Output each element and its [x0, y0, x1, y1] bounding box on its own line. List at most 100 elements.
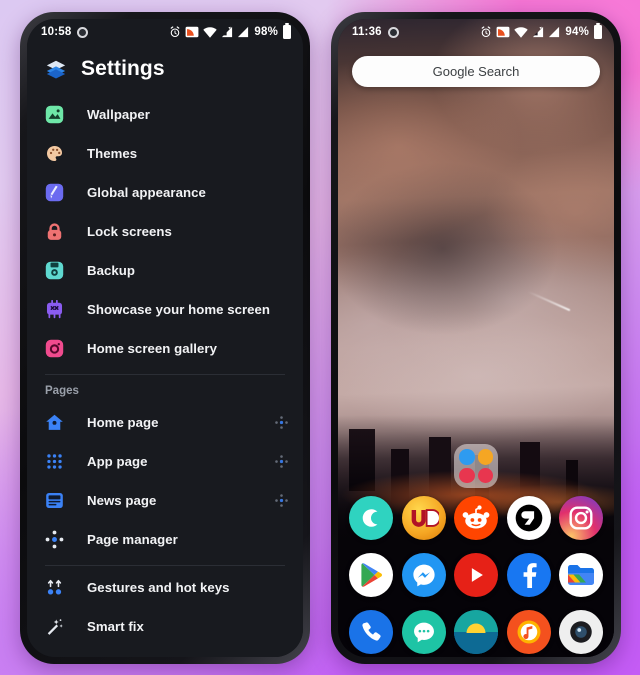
- files-logo-icon: [568, 565, 594, 585]
- messages-bubble-icon: [413, 622, 434, 643]
- palette-icon: [46, 145, 63, 162]
- alarm-icon: [482, 26, 491, 38]
- app-icon-9gag[interactable]: [506, 496, 551, 540]
- lock-icon: [47, 223, 62, 240]
- battery-percent: 98%: [254, 26, 278, 38]
- section-divider: [45, 374, 285, 375]
- app-icon-phone[interactable]: [349, 610, 393, 654]
- app-icon-c[interactable]: [349, 496, 393, 540]
- app-icon-reddit[interactable]: [454, 496, 498, 540]
- sidebar-item-label: News page: [87, 493, 157, 508]
- camera-punchhole-icon: [77, 26, 89, 38]
- sidebar-item-themes[interactable]: Themes: [27, 134, 303, 173]
- settings-header: Settings: [27, 45, 303, 95]
- sidebar-item-label: Page manager: [87, 532, 178, 547]
- page-manager-icon: [45, 530, 64, 549]
- pages-section-label: Pages: [45, 385, 79, 397]
- gallery-icon: [45, 339, 64, 358]
- sidebar-item-lock-screens[interactable]: Lock screens: [27, 212, 303, 251]
- 9gag-logo-icon: [515, 504, 542, 532]
- news-tile-icon: [459, 467, 475, 483]
- app-icon-camera[interactable]: [559, 610, 603, 654]
- gestures-icon: [47, 579, 62, 595]
- app-row: [349, 553, 603, 597]
- app-icon-play-store[interactable]: [349, 553, 393, 597]
- app-icon-instagram[interactable]: [559, 496, 603, 540]
- battery-icon: [283, 22, 291, 39]
- settings-panel: Settings Wallpaper Themes Global appeara…: [27, 45, 303, 657]
- drag-handle-icon[interactable]: [274, 493, 289, 508]
- sidebar-item-label: Gestures and hot keys: [87, 580, 230, 595]
- camera-lens-icon: [570, 621, 592, 643]
- right-phone-frame: 11:36 94% Google Search: [331, 12, 621, 664]
- app-folder-widget[interactable]: [454, 444, 498, 488]
- instagram-logo-icon: [569, 506, 593, 530]
- drag-handle-icon[interactable]: [274, 454, 289, 469]
- sunrise-icon: [454, 610, 498, 654]
- reddit-logo-icon: [462, 505, 490, 529]
- status-time: 11:36: [352, 26, 382, 38]
- settings-list: Wallpaper Themes Global appearance Lock …: [27, 95, 303, 646]
- right-phone-screen: 11:36 94% Google Search: [338, 19, 614, 657]
- sidebar-item-gestures-hot-keys[interactable]: Gestures and hot keys: [27, 568, 303, 607]
- showcase-icon: [46, 300, 63, 319]
- sidebar-item-label: Themes: [87, 146, 138, 161]
- sidebar-item-label: Home page: [87, 415, 159, 430]
- app-icon-facebook[interactable]: [506, 553, 551, 597]
- sidebar-item-smart-fix[interactable]: Smart fix: [27, 607, 303, 646]
- search-input[interactable]: Google Search: [352, 56, 600, 87]
- sidebar-item-news-page[interactable]: News page: [27, 481, 303, 520]
- save-icon: [45, 261, 64, 280]
- status-icons: 94%: [480, 22, 602, 39]
- ud-logo-icon: [411, 509, 439, 527]
- camera-punchhole-icon: [387, 26, 399, 38]
- section-divider: [45, 565, 285, 566]
- sidebar-item-label: Smart fix: [87, 619, 144, 634]
- sidebar-item-wallpaper[interactable]: Wallpaper: [27, 95, 303, 134]
- signal-icon: [222, 26, 233, 38]
- magic-wand-icon: [47, 619, 63, 635]
- chat-icon: [459, 449, 475, 465]
- sidebar-item-app-page[interactable]: App page: [27, 442, 303, 481]
- play-store-logo-icon: [361, 563, 383, 587]
- sidebar-item-backup[interactable]: Backup: [27, 251, 303, 290]
- cast-icon: [185, 26, 199, 38]
- sidebar-item-label: App page: [87, 454, 148, 469]
- sidebar-item-page-manager[interactable]: Page manager: [27, 520, 303, 559]
- wallpaper-light-streak: [527, 290, 571, 311]
- drag-handle-icon[interactable]: [274, 415, 289, 430]
- sidebar-item-home-page[interactable]: Home page: [27, 403, 303, 442]
- phone-handset-icon: [362, 622, 381, 641]
- app-row: [349, 496, 603, 540]
- sidebar-item-label: Global appearance: [87, 185, 206, 200]
- app-icon-messages[interactable]: [401, 610, 446, 654]
- sidebar-item-home-screen-gallery[interactable]: Home screen gallery: [27, 329, 303, 368]
- wifi-icon: [514, 26, 529, 38]
- app-icon-files[interactable]: [559, 553, 603, 597]
- messenger-logo-icon: [412, 564, 435, 587]
- battery-icon: [594, 22, 602, 39]
- wallpaper-icon: [45, 105, 64, 124]
- c-logo-icon: [362, 509, 378, 527]
- signal-icon: [238, 26, 249, 38]
- page-title: Settings: [81, 57, 165, 80]
- status-icons: 98%: [169, 22, 291, 39]
- list-tile-icon: [477, 467, 493, 483]
- apps-grid-icon: [47, 454, 62, 469]
- app-icon-ud[interactable]: [401, 496, 446, 540]
- right-status-bar: 11:36 94%: [338, 19, 614, 45]
- youtube-play-icon: [471, 568, 483, 582]
- alarm-icon: [171, 26, 180, 38]
- sidebar-item-showcase-home-screen[interactable]: Showcase your home screen: [27, 290, 303, 329]
- app-icon-youtube[interactable]: [454, 553, 498, 597]
- wifi-icon: [203, 26, 218, 38]
- sidebar-item-global-appearance[interactable]: Global appearance: [27, 173, 303, 212]
- signal-icon: [549, 26, 560, 38]
- app-icon-music[interactable]: [506, 610, 551, 654]
- sidebar-item-label: Home screen gallery: [87, 341, 217, 356]
- home-icon: [46, 414, 63, 430]
- search-label: Google Search: [432, 64, 520, 79]
- left-phone-screen: 10:58 98% Settings Wallpaper Themes Glob…: [27, 19, 303, 657]
- app-icon-weather[interactable]: [454, 610, 498, 654]
- app-icon-messenger[interactable]: [401, 553, 446, 597]
